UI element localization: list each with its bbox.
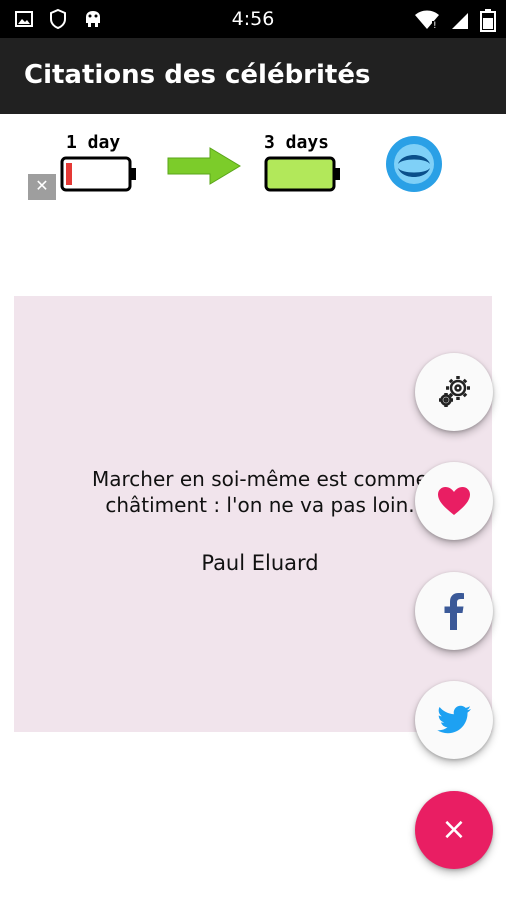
- app-bar: Citations des célébrités: [0, 38, 506, 114]
- battery-low-graphic: [60, 156, 136, 192]
- ad-label-1-day: 1 day: [66, 132, 121, 153]
- status-right-icons: !: [414, 8, 496, 32]
- ad-banner[interactable]: 1 day 3 days: [0, 114, 506, 214]
- battery-full-graphic: [264, 156, 340, 192]
- favorite-button[interactable]: [415, 462, 493, 540]
- ad-close-button[interactable]: ✕: [28, 174, 56, 200]
- ad-label-3-days: 3 days: [264, 132, 330, 153]
- facebook-share-button[interactable]: [415, 572, 493, 650]
- status-bar: 4:56 !: [0, 0, 506, 38]
- heart-icon: [438, 487, 470, 515]
- battery-icon: [480, 9, 496, 32]
- twitter-share-button[interactable]: [415, 681, 493, 759]
- arrow-graphic: [167, 147, 241, 185]
- app-title: Citations des célébrités: [24, 60, 371, 90]
- svg-text:!: !: [433, 21, 437, 30]
- quote-author: Paul Eluard: [201, 551, 319, 575]
- settings-button[interactable]: [415, 353, 493, 431]
- app-logo-icon: [386, 136, 442, 192]
- close-icon: ×: [441, 812, 467, 847]
- facebook-icon: [444, 593, 464, 630]
- signal-icon: [452, 13, 468, 29]
- close-menu-button[interactable]: ×: [415, 791, 493, 869]
- gears-icon: [439, 376, 470, 407]
- wifi-icon: !: [415, 10, 439, 30]
- twitter-icon: [437, 705, 471, 734]
